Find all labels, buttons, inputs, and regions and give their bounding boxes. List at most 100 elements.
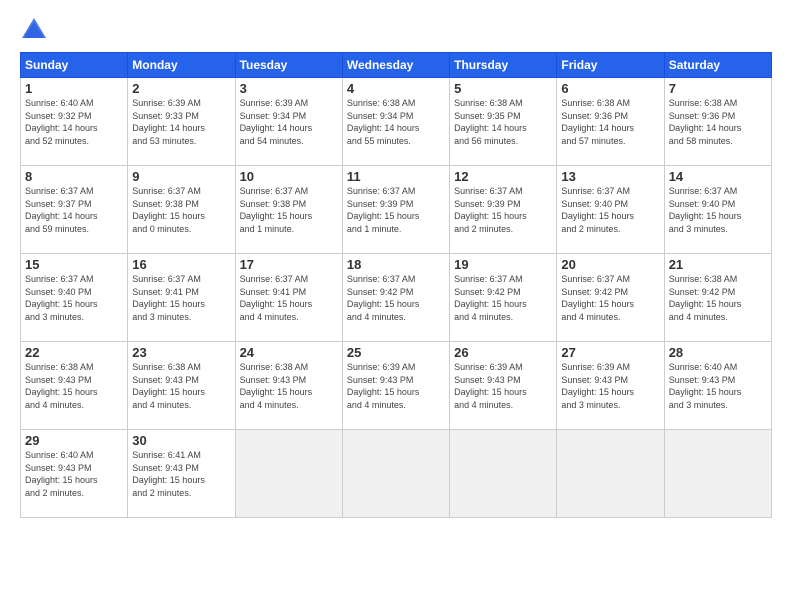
day-info: Sunrise: 6:37 AM Sunset: 9:38 PM Dayligh…: [240, 185, 338, 235]
calendar-cell: 15Sunrise: 6:37 AM Sunset: 9:40 PM Dayli…: [21, 254, 128, 342]
day-number: 2: [132, 81, 230, 96]
calendar-cell: 17Sunrise: 6:37 AM Sunset: 9:41 PM Dayli…: [235, 254, 342, 342]
weekday-header: Sunday: [21, 53, 128, 78]
weekday-header: Saturday: [664, 53, 771, 78]
weekday-header: Wednesday: [342, 53, 449, 78]
weekday-header: Monday: [128, 53, 235, 78]
day-info: Sunrise: 6:41 AM Sunset: 9:43 PM Dayligh…: [132, 449, 230, 499]
day-number: 1: [25, 81, 123, 96]
day-info: Sunrise: 6:37 AM Sunset: 9:40 PM Dayligh…: [25, 273, 123, 323]
weekday-header: Thursday: [450, 53, 557, 78]
calendar-cell: 18Sunrise: 6:37 AM Sunset: 9:42 PM Dayli…: [342, 254, 449, 342]
day-number: 23: [132, 345, 230, 360]
day-info: Sunrise: 6:38 AM Sunset: 9:34 PM Dayligh…: [347, 97, 445, 147]
calendar-cell: 3Sunrise: 6:39 AM Sunset: 9:34 PM Daylig…: [235, 78, 342, 166]
day-info: Sunrise: 6:38 AM Sunset: 9:36 PM Dayligh…: [561, 97, 659, 147]
day-info: Sunrise: 6:39 AM Sunset: 9:33 PM Dayligh…: [132, 97, 230, 147]
calendar-cell: 20Sunrise: 6:37 AM Sunset: 9:42 PM Dayli…: [557, 254, 664, 342]
calendar-week-row: 8Sunrise: 6:37 AM Sunset: 9:37 PM Daylig…: [21, 166, 772, 254]
calendar-cell: 30Sunrise: 6:41 AM Sunset: 9:43 PM Dayli…: [128, 430, 235, 518]
calendar-cell: 7Sunrise: 6:38 AM Sunset: 9:36 PM Daylig…: [664, 78, 771, 166]
calendar-cell: 27Sunrise: 6:39 AM Sunset: 9:43 PM Dayli…: [557, 342, 664, 430]
calendar-cell: 2Sunrise: 6:39 AM Sunset: 9:33 PM Daylig…: [128, 78, 235, 166]
day-number: 7: [669, 81, 767, 96]
day-number: 21: [669, 257, 767, 272]
calendar-cell: 14Sunrise: 6:37 AM Sunset: 9:40 PM Dayli…: [664, 166, 771, 254]
calendar-cell: 12Sunrise: 6:37 AM Sunset: 9:39 PM Dayli…: [450, 166, 557, 254]
day-info: Sunrise: 6:40 AM Sunset: 9:32 PM Dayligh…: [25, 97, 123, 147]
day-info: Sunrise: 6:37 AM Sunset: 9:41 PM Dayligh…: [132, 273, 230, 323]
day-number: 25: [347, 345, 445, 360]
day-number: 30: [132, 433, 230, 448]
day-number: 9: [132, 169, 230, 184]
day-number: 28: [669, 345, 767, 360]
day-number: 13: [561, 169, 659, 184]
calendar-week-row: 29Sunrise: 6:40 AM Sunset: 9:43 PM Dayli…: [21, 430, 772, 518]
day-number: 3: [240, 81, 338, 96]
calendar-cell: 29Sunrise: 6:40 AM Sunset: 9:43 PM Dayli…: [21, 430, 128, 518]
day-number: 8: [25, 169, 123, 184]
calendar-cell: 24Sunrise: 6:38 AM Sunset: 9:43 PM Dayli…: [235, 342, 342, 430]
day-number: 18: [347, 257, 445, 272]
weekday-header: Tuesday: [235, 53, 342, 78]
calendar-cell: [557, 430, 664, 518]
day-number: 26: [454, 345, 552, 360]
day-info: Sunrise: 6:40 AM Sunset: 9:43 PM Dayligh…: [669, 361, 767, 411]
calendar-cell: [450, 430, 557, 518]
day-number: 4: [347, 81, 445, 96]
day-number: 17: [240, 257, 338, 272]
calendar-cell: 21Sunrise: 6:38 AM Sunset: 9:42 PM Dayli…: [664, 254, 771, 342]
day-info: Sunrise: 6:38 AM Sunset: 9:43 PM Dayligh…: [132, 361, 230, 411]
day-info: Sunrise: 6:39 AM Sunset: 9:43 PM Dayligh…: [347, 361, 445, 411]
day-info: Sunrise: 6:37 AM Sunset: 9:38 PM Dayligh…: [132, 185, 230, 235]
day-info: Sunrise: 6:37 AM Sunset: 9:39 PM Dayligh…: [347, 185, 445, 235]
day-number: 29: [25, 433, 123, 448]
calendar-table: SundayMondayTuesdayWednesdayThursdayFrid…: [20, 52, 772, 518]
day-info: Sunrise: 6:38 AM Sunset: 9:43 PM Dayligh…: [240, 361, 338, 411]
day-info: Sunrise: 6:39 AM Sunset: 9:34 PM Dayligh…: [240, 97, 338, 147]
day-number: 19: [454, 257, 552, 272]
day-info: Sunrise: 6:37 AM Sunset: 9:39 PM Dayligh…: [454, 185, 552, 235]
calendar-cell: 1Sunrise: 6:40 AM Sunset: 9:32 PM Daylig…: [21, 78, 128, 166]
logo-icon: [20, 16, 48, 44]
page: SundayMondayTuesdayWednesdayThursdayFrid…: [0, 0, 792, 612]
day-info: Sunrise: 6:38 AM Sunset: 9:43 PM Dayligh…: [25, 361, 123, 411]
calendar-cell: 5Sunrise: 6:38 AM Sunset: 9:35 PM Daylig…: [450, 78, 557, 166]
day-info: Sunrise: 6:37 AM Sunset: 9:42 PM Dayligh…: [347, 273, 445, 323]
calendar-cell: 25Sunrise: 6:39 AM Sunset: 9:43 PM Dayli…: [342, 342, 449, 430]
calendar-header-row: SundayMondayTuesdayWednesdayThursdayFrid…: [21, 53, 772, 78]
calendar-cell: 26Sunrise: 6:39 AM Sunset: 9:43 PM Dayli…: [450, 342, 557, 430]
day-number: 5: [454, 81, 552, 96]
day-info: Sunrise: 6:38 AM Sunset: 9:36 PM Dayligh…: [669, 97, 767, 147]
day-number: 16: [132, 257, 230, 272]
header: [20, 16, 772, 44]
day-info: Sunrise: 6:38 AM Sunset: 9:42 PM Dayligh…: [669, 273, 767, 323]
day-number: 10: [240, 169, 338, 184]
day-number: 14: [669, 169, 767, 184]
day-info: Sunrise: 6:38 AM Sunset: 9:35 PM Dayligh…: [454, 97, 552, 147]
calendar-cell: 10Sunrise: 6:37 AM Sunset: 9:38 PM Dayli…: [235, 166, 342, 254]
calendar-cell: 13Sunrise: 6:37 AM Sunset: 9:40 PM Dayli…: [557, 166, 664, 254]
day-info: Sunrise: 6:37 AM Sunset: 9:41 PM Dayligh…: [240, 273, 338, 323]
calendar-cell: 11Sunrise: 6:37 AM Sunset: 9:39 PM Dayli…: [342, 166, 449, 254]
calendar-cell: 19Sunrise: 6:37 AM Sunset: 9:42 PM Dayli…: [450, 254, 557, 342]
day-info: Sunrise: 6:39 AM Sunset: 9:43 PM Dayligh…: [561, 361, 659, 411]
calendar-cell: 8Sunrise: 6:37 AM Sunset: 9:37 PM Daylig…: [21, 166, 128, 254]
day-number: 6: [561, 81, 659, 96]
day-number: 20: [561, 257, 659, 272]
day-number: 15: [25, 257, 123, 272]
day-number: 22: [25, 345, 123, 360]
calendar-cell: 9Sunrise: 6:37 AM Sunset: 9:38 PM Daylig…: [128, 166, 235, 254]
day-info: Sunrise: 6:37 AM Sunset: 9:37 PM Dayligh…: [25, 185, 123, 235]
day-number: 27: [561, 345, 659, 360]
day-info: Sunrise: 6:37 AM Sunset: 9:40 PM Dayligh…: [669, 185, 767, 235]
calendar-cell: 22Sunrise: 6:38 AM Sunset: 9:43 PM Dayli…: [21, 342, 128, 430]
day-info: Sunrise: 6:40 AM Sunset: 9:43 PM Dayligh…: [25, 449, 123, 499]
calendar-cell: [664, 430, 771, 518]
day-number: 11: [347, 169, 445, 184]
calendar-week-row: 1Sunrise: 6:40 AM Sunset: 9:32 PM Daylig…: [21, 78, 772, 166]
calendar-cell: 4Sunrise: 6:38 AM Sunset: 9:34 PM Daylig…: [342, 78, 449, 166]
calendar-cell: 6Sunrise: 6:38 AM Sunset: 9:36 PM Daylig…: [557, 78, 664, 166]
calendar-cell: [235, 430, 342, 518]
day-info: Sunrise: 6:37 AM Sunset: 9:42 PM Dayligh…: [454, 273, 552, 323]
